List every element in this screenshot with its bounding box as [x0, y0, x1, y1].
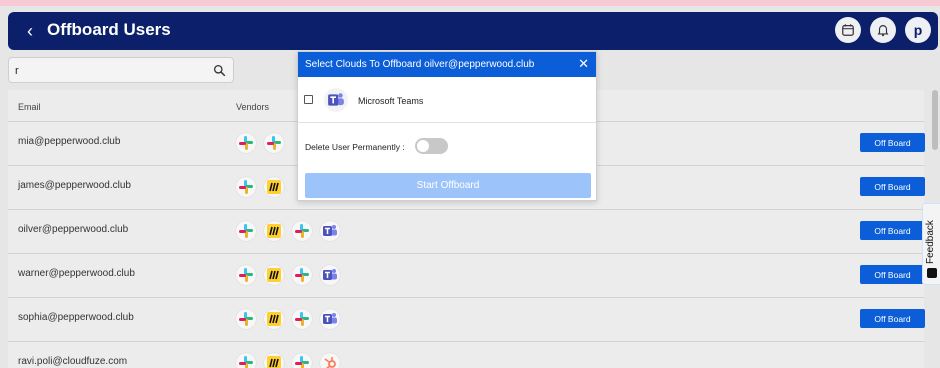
vendor-icons: [236, 221, 340, 241]
app-header: ‹ Offboard Users p: [8, 12, 938, 50]
feedback-icon: [927, 268, 937, 278]
vendor-icons: [236, 177, 284, 197]
slack-icon: [292, 309, 312, 329]
slack-icon: [292, 353, 312, 368]
feedback-label: Feedback: [925, 220, 936, 264]
search-box: [8, 57, 234, 83]
slack-icon: [236, 133, 256, 153]
table-row: sophia@pepperwood.club Off Board: [8, 298, 925, 342]
offboard-button[interactable]: Off Board: [860, 177, 925, 196]
page-title: Offboard Users: [47, 20, 171, 39]
column-vendors: Vendors: [236, 102, 270, 112]
cloud-option: Microsoft Teams: [298, 77, 596, 123]
offboard-button[interactable]: Off Board: [860, 221, 925, 240]
row-email: mia@pepperwood.club: [18, 136, 121, 147]
search-input[interactable]: [15, 62, 205, 79]
slack-icon: [264, 133, 284, 153]
toggle-knob: [417, 140, 429, 152]
teams-icon: [320, 265, 340, 285]
row-email: oilver@pepperwood.club: [18, 224, 129, 235]
teams-icon: [320, 309, 340, 329]
top-accent-strip: [0, 0, 940, 6]
offboard-modal: Select Clouds To Offboard oilver@pepperw…: [297, 51, 597, 201]
calendar-icon: [842, 24, 854, 36]
row-email: james@pepperwood.club: [18, 180, 131, 191]
row-email: ravi.poli@cloudfuze.com: [18, 356, 128, 367]
slack-icon: [236, 309, 256, 329]
miro-icon: [264, 265, 284, 285]
back-chevron-icon[interactable]: ‹: [18, 19, 42, 43]
table-row: ravi.poli@cloudfuze.com: [8, 342, 924, 368]
vendor-icons: [236, 133, 284, 153]
hubspot-icon: [320, 353, 340, 368]
scrollbar[interactable]: [932, 90, 938, 150]
cloud-label: Microsoft Teams: [358, 96, 424, 106]
vendor-icons: [236, 265, 340, 285]
slack-icon: [236, 221, 256, 241]
cloud-checkbox[interactable]: [304, 95, 313, 104]
slack-icon: [236, 177, 256, 197]
teams-icon: [320, 221, 340, 241]
row-email: warner@pepperwood.club: [18, 268, 135, 279]
bell-icon: [877, 25, 889, 37]
miro-icon: [264, 221, 284, 241]
miro-icon: [264, 309, 284, 329]
offboard-button[interactable]: Off Board: [860, 265, 925, 284]
teams-icon: [324, 88, 348, 112]
table-row: warner@pepperwood.club Off Board: [8, 254, 925, 298]
row-email: sophia@pepperwood.club: [18, 312, 134, 323]
miro-icon: [264, 177, 284, 197]
table-row: oilver@pepperwood.club Off Board: [8, 210, 925, 254]
delete-permanently-toggle[interactable]: [415, 138, 448, 154]
vendor-icons: [236, 353, 340, 368]
slack-icon: [236, 265, 256, 285]
start-offboard-button[interactable]: Start Offboard: [305, 173, 591, 198]
modal-header: Select Clouds To Offboard oilver@pepperw…: [298, 52, 596, 77]
search-icon[interactable]: [213, 64, 226, 77]
slack-icon: [292, 265, 312, 285]
modal-title: Select Clouds To Offboard oilver@pepperw…: [305, 59, 535, 70]
column-email: Email: [18, 102, 41, 112]
calendar-button[interactable]: [835, 17, 861, 43]
offboard-button[interactable]: Off Board: [860, 133, 925, 152]
feedback-tab[interactable]: Feedback: [922, 203, 940, 285]
miro-icon: [264, 353, 284, 368]
offboard-button[interactable]: Off Board: [860, 309, 925, 328]
vendor-icons: [236, 309, 340, 329]
slack-icon: [236, 353, 256, 368]
close-icon[interactable]: ✕: [578, 56, 589, 72]
delete-permanently-label: Delete User Permanently :: [305, 142, 405, 152]
notification-button[interactable]: [870, 17, 896, 43]
slack-icon: [292, 221, 312, 241]
avatar[interactable]: p: [905, 17, 931, 43]
